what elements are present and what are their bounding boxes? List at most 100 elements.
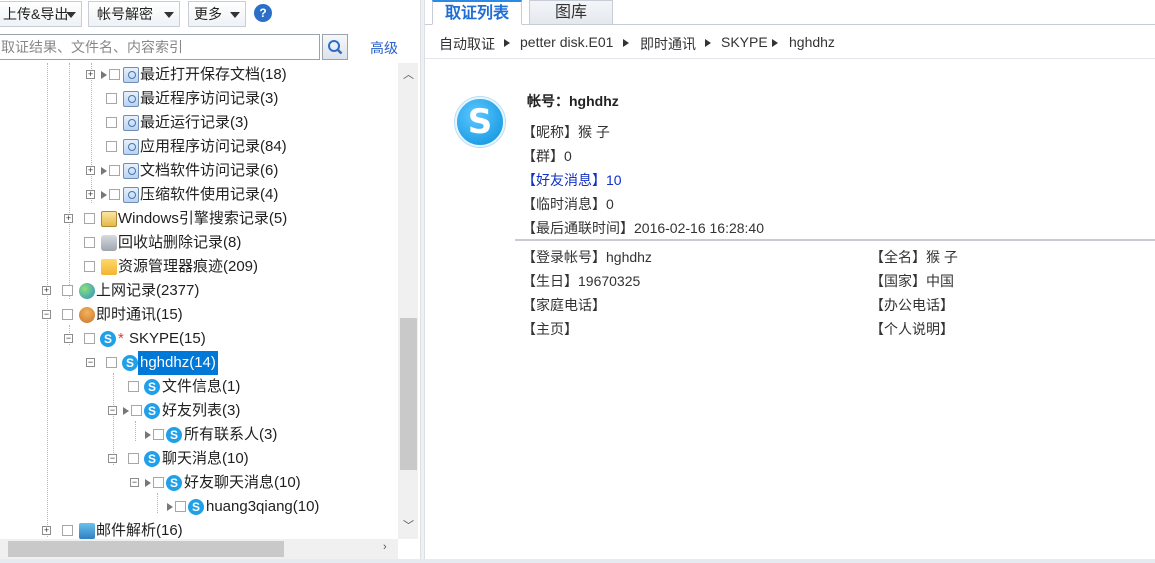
collapse-toggle[interactable]: − [86, 358, 95, 367]
tree-checkbox[interactable] [106, 357, 117, 368]
breadcrumb-item[interactable]: petter disk.E01 [520, 34, 613, 50]
more-label: 更多 [194, 6, 222, 22]
tree-checkbox[interactable] [106, 93, 117, 104]
tree-item-doc-software[interactable]: + 文档软件访问记录(6) [0, 159, 398, 183]
scroll-down-icon[interactable]: ﹀ [403, 517, 414, 533]
tab-evidence-list[interactable]: 取证列表 [432, 0, 522, 25]
tree-checkbox[interactable] [84, 237, 95, 248]
document-icon [123, 139, 139, 155]
upload-export-dropdown[interactable]: 上传&导出 [0, 1, 82, 27]
tree-item-recycle-bin[interactable]: 回收站删除记录(8) [0, 231, 398, 255]
chevron-down-icon [164, 12, 174, 18]
scroll-right-icon[interactable]: › [383, 541, 387, 553]
breadcrumb: 自动取证 petter disk.E01 即时通讯 SKYPE hghdhz [425, 26, 1155, 59]
tree-item-label: 邮件解析(16) [96, 522, 183, 539]
tree-checkbox[interactable] [128, 381, 139, 392]
tree-checkbox[interactable] [84, 213, 95, 224]
scroll-up-icon[interactable]: ︿ [403, 66, 414, 82]
tree-checkbox[interactable] [62, 525, 73, 536]
search-input[interactable] [0, 34, 320, 60]
tree-item-recent-run[interactable]: 最近运行记录(3) [0, 111, 398, 135]
divider [515, 239, 1155, 241]
mail-icon [79, 523, 95, 539]
tree-checkbox[interactable] [84, 333, 95, 344]
tree-item-friend-chat[interactable]: − S 好友聊天消息(10) [0, 471, 398, 495]
full-name-field: 【全名】猴 子 [870, 249, 958, 265]
tree-checkbox[interactable] [109, 189, 120, 200]
expand-toggle[interactable]: + [42, 526, 51, 535]
expand-toggle[interactable]: + [86, 166, 95, 175]
homepage-field: 【主页】 [522, 321, 578, 337]
tree-checkbox[interactable] [153, 429, 164, 440]
tree-item-skype[interactable]: − S * SKYPE(15) [0, 327, 398, 351]
tree-item-friend-list[interactable]: − S 好友列表(3) [0, 399, 398, 423]
tree-checkbox[interactable] [106, 117, 117, 128]
recycle-bin-icon [101, 235, 117, 251]
tree-item-app-access[interactable]: 应用程序访问记录(84) [0, 135, 398, 159]
tree-item-account-hghdhz[interactable]: − S hghdhz(14) [0, 351, 398, 375]
breadcrumb-item[interactable]: hghdhz [789, 34, 835, 50]
tree-item-label: 压缩软件使用记录(4) [140, 186, 279, 203]
account-decrypt-dropdown[interactable]: 帐号解密 [88, 1, 180, 27]
tree-checkbox[interactable] [109, 165, 120, 176]
tree-checkbox[interactable] [106, 141, 117, 152]
tree-item-label: Windows引擎搜索记录(5) [118, 210, 288, 227]
windows-search-icon [101, 211, 117, 227]
tab-gallery[interactable]: 图库 [529, 0, 613, 25]
tree-checkbox[interactable] [84, 261, 95, 272]
collapse-toggle[interactable]: − [42, 310, 51, 319]
breadcrumb-item[interactable]: 自动取证 [439, 34, 495, 54]
expand-toggle[interactable]: + [64, 214, 73, 223]
breadcrumb-item[interactable]: SKYPE [721, 34, 768, 50]
tree-item-instant-messaging[interactable]: − 即时通讯(15) [0, 303, 398, 327]
collapse-toggle[interactable]: − [108, 406, 117, 415]
tree-item-huang3qiang[interactable]: S huang3qiang(10) [0, 495, 398, 519]
document-icon [123, 163, 139, 179]
account-heading: 帐号：hghdhz [527, 93, 619, 109]
collapse-toggle[interactable]: − [64, 334, 73, 343]
tree-checkbox[interactable] [131, 405, 142, 416]
tree-item-compress-software[interactable]: + 压缩软件使用记录(4) [0, 183, 398, 207]
office-phone-field: 【办公电话】 [870, 297, 954, 313]
breadcrumb-item[interactable]: 即时通讯 [640, 34, 696, 54]
tree-item-chat-messages[interactable]: − S 聊天消息(10) [0, 447, 398, 471]
search-button[interactable] [322, 34, 348, 60]
tab-bar: 取证列表 图库 [425, 0, 1155, 25]
expand-toggle[interactable]: + [86, 190, 95, 199]
tree-checkbox[interactable] [175, 501, 186, 512]
skype-icon: S [100, 331, 116, 347]
tree-item-file-info[interactable]: S 文件信息(1) [0, 375, 398, 399]
tree-checkbox[interactable] [153, 477, 164, 488]
tree-item-explorer-traces[interactable]: 资源管理器痕迹(209) [0, 255, 398, 279]
skype-icon: S [144, 451, 160, 467]
tree-checkbox[interactable] [62, 285, 73, 296]
group-field: 【群】0 [522, 148, 572, 164]
advanced-search-link[interactable]: 高级 [370, 38, 398, 58]
tree-checkbox[interactable] [62, 309, 73, 320]
chevron-down-icon [230, 12, 240, 18]
help-icon[interactable]: ? [254, 4, 272, 22]
tree-checkbox[interactable] [128, 453, 139, 464]
vertical-scrollbar-thumb[interactable] [400, 318, 417, 470]
tree-item-label: 资源管理器痕迹(209) [118, 258, 259, 275]
tree-checkbox[interactable] [109, 69, 120, 80]
horizontal-scrollbar-thumb[interactable] [8, 541, 284, 557]
tree-item-recent-programs[interactable]: 最近程序访问记录(3) [0, 87, 398, 111]
expand-toggle[interactable]: + [86, 70, 95, 79]
tree-item-recent-docs[interactable]: + 最近打开保存文档(18) [0, 63, 398, 87]
tree-item-windows-search[interactable]: + Windows引擎搜索记录(5) [0, 207, 398, 231]
more-dropdown[interactable]: 更多 [188, 1, 246, 27]
tree-item-web-history[interactable]: + 上网记录(2377) [0, 279, 398, 303]
collapse-toggle[interactable]: − [130, 478, 139, 487]
tree-item-all-contacts[interactable]: S 所有联系人(3) [0, 423, 398, 447]
chevron-right-icon [772, 39, 778, 47]
friend-message-link[interactable]: 【好友消息】10 [522, 170, 622, 190]
tree-item-label: 好友聊天消息(10) [184, 474, 301, 491]
tree-item-label: huang3qiang(10) [206, 498, 320, 515]
expand-toggle[interactable]: + [42, 286, 51, 295]
triangle-icon [145, 479, 151, 487]
tree-item-label: hghdhz(14) [138, 351, 218, 375]
collapse-toggle[interactable]: − [108, 454, 117, 463]
tree-item-label: SKYPE(15) [129, 330, 206, 347]
tree-item-email-parse[interactable]: + 邮件解析(16) [0, 519, 398, 539]
